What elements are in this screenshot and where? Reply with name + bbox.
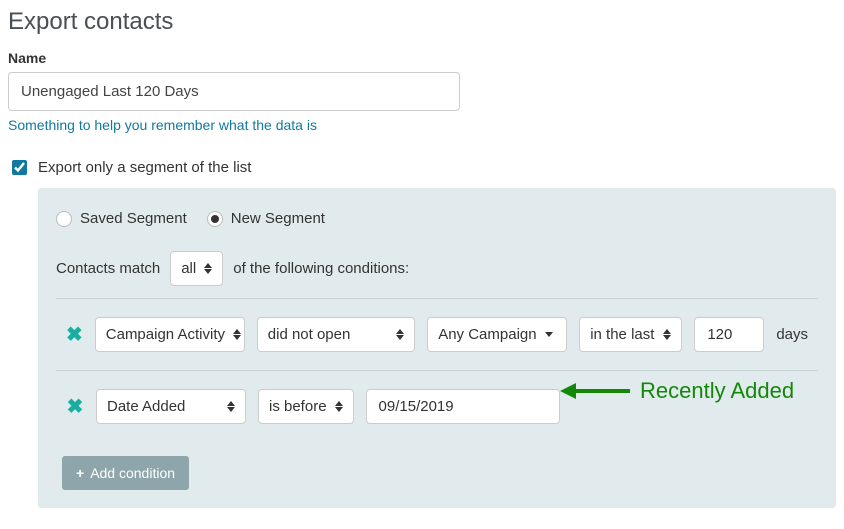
condition-operator-value: did not open: [268, 326, 351, 343]
conditions-list: ✖ Campaign Activity did not open Any Cam…: [56, 298, 818, 442]
stepper-icon: [663, 329, 671, 340]
radio-new-segment-label: New Segment: [231, 210, 325, 227]
remove-condition-icon[interactable]: ✖: [66, 397, 84, 417]
stepper-icon: [396, 329, 404, 340]
plus-icon: +: [76, 465, 84, 481]
condition-field-value: Date Added: [107, 398, 185, 415]
add-condition-label: Add condition: [90, 465, 175, 481]
match-prefix: Contacts match: [56, 260, 160, 277]
condition-row: ✖ Date Added is before: [56, 371, 818, 442]
condition-field-select[interactable]: Date Added: [96, 389, 246, 424]
condition-row: ✖ Campaign Activity did not open Any Cam…: [56, 299, 818, 371]
condition-timequalifier-select[interactable]: in the last: [579, 317, 682, 352]
caret-down-icon: [545, 332, 553, 337]
radio-new-segment[interactable]: New Segment: [207, 210, 325, 227]
stepper-icon: [204, 263, 212, 274]
condition-timequalifier-value: in the last: [590, 326, 654, 343]
condition-unit-label: days: [776, 326, 808, 343]
name-help-link[interactable]: Something to help you remember what the …: [8, 117, 836, 133]
condition-date-input[interactable]: [366, 389, 560, 424]
remove-condition-icon[interactable]: ✖: [66, 325, 83, 345]
condition-operator-value: is before: [269, 398, 327, 415]
match-select-value: all: [181, 260, 196, 277]
export-segment-label: Export only a segment of the list: [38, 159, 251, 176]
export-segment-checkbox[interactable]: [12, 160, 27, 175]
condition-operator-select[interactable]: is before: [258, 389, 354, 424]
condition-campaign-value: Any Campaign: [438, 326, 536, 343]
match-suffix: of the following conditions:: [233, 260, 409, 277]
radio-saved-segment-label: Saved Segment: [80, 210, 187, 227]
radio-icon: [56, 211, 72, 227]
match-select[interactable]: all: [170, 251, 223, 286]
condition-operator-select[interactable]: did not open: [257, 317, 415, 352]
condition-field-value: Campaign Activity: [106, 326, 225, 343]
stepper-icon: [335, 401, 343, 412]
condition-value-input[interactable]: [694, 317, 764, 352]
radio-icon: [207, 211, 223, 227]
name-label: Name: [8, 50, 836, 66]
stepper-icon: [233, 329, 241, 340]
condition-field-select[interactable]: Campaign Activity: [95, 317, 245, 352]
condition-campaign-select[interactable]: Any Campaign: [427, 317, 567, 352]
stepper-icon: [227, 401, 235, 412]
add-condition-button[interactable]: + Add condition: [62, 456, 189, 490]
match-row: Contacts match all of the following cond…: [56, 251, 818, 286]
name-input[interactable]: [8, 72, 460, 111]
segment-panel: Saved Segment New Segment Contacts match…: [38, 188, 836, 508]
radio-saved-segment[interactable]: Saved Segment: [56, 210, 187, 227]
segment-type-radio-group: Saved Segment New Segment: [56, 210, 818, 227]
page-title: Export contacts: [8, 8, 836, 36]
export-segment-checkbox-row[interactable]: Export only a segment of the list: [8, 157, 836, 178]
